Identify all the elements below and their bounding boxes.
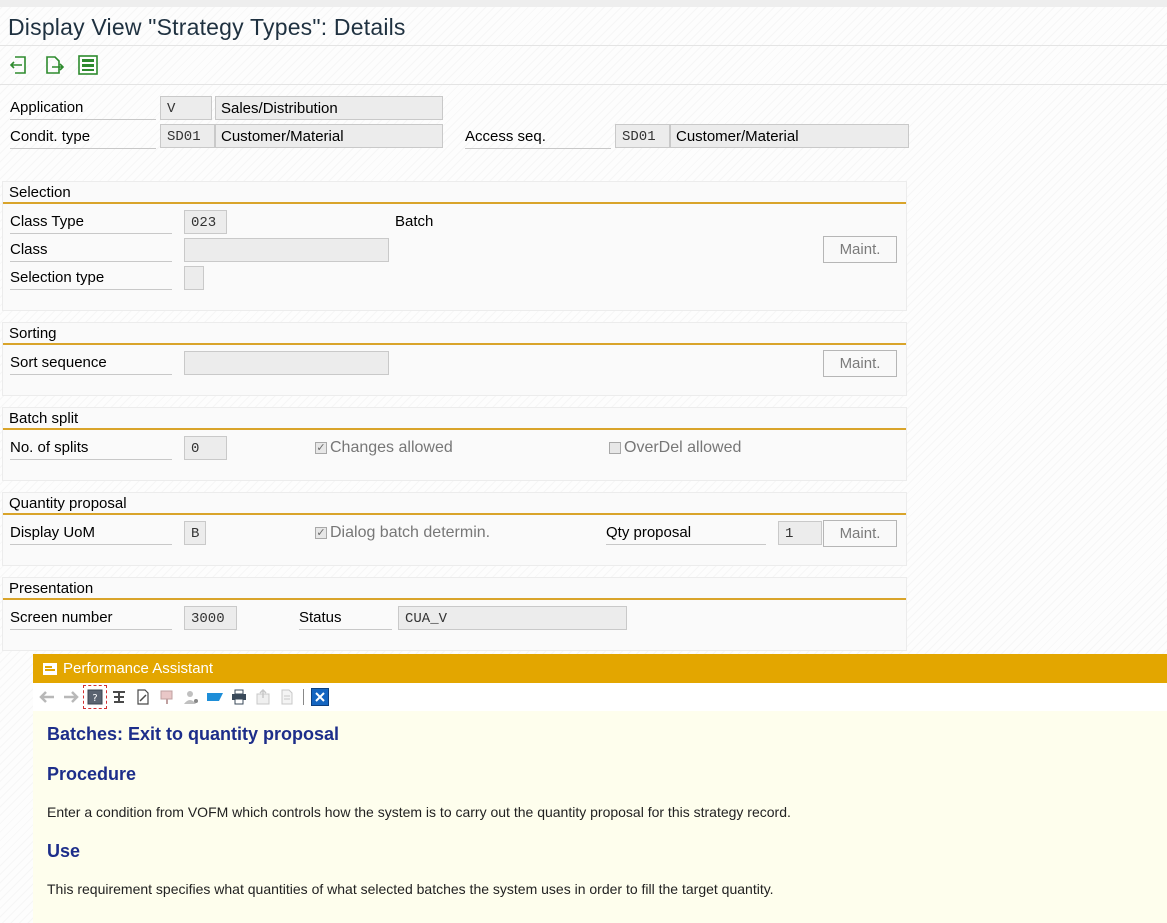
user-settings-icon[interactable] [181, 687, 201, 707]
qty-proposal-field[interactable]: 1 [778, 521, 822, 545]
forward-arrow-icon[interactable] [61, 687, 81, 707]
selection-type-field[interactable] [184, 266, 204, 290]
status-field[interactable]: CUA_V [398, 606, 627, 630]
changes-allowed-checkbox[interactable]: ✓ Changes allowed [315, 437, 453, 459]
condit-type-desc-field: Customer/Material [215, 124, 443, 148]
highlighter-icon[interactable] [157, 687, 177, 707]
procedure-text: Enter a condition from VOFM which contro… [47, 804, 791, 820]
selection-type-label: Selection type [10, 267, 172, 290]
help-heading: Batches: Exit to quantity proposal [47, 724, 340, 744]
application-toolbar [8, 52, 100, 78]
access-seq-code-field[interactable]: SD01 [615, 124, 670, 148]
title-divider [0, 45, 1167, 46]
class-label: Class [10, 239, 172, 262]
batch-split-group-title: Batch split [3, 408, 906, 430]
application-desc-field: Sales/Distribution [215, 96, 443, 120]
quantity-proposal-group-title: Quantity proposal [3, 493, 906, 515]
assistant-window-icon [43, 662, 57, 675]
class-field[interactable] [184, 238, 389, 262]
access-seq-label: Access seq. [465, 126, 611, 149]
no-of-splits-field[interactable]: 0 [184, 436, 227, 460]
performance-assistant-titlebar[interactable]: Performance Assistant [33, 654, 1167, 683]
procedure-heading: Procedure [47, 764, 137, 784]
document-icon[interactable] [277, 687, 297, 707]
page-title: Display View "Strategy Types": Details [8, 14, 406, 40]
sorting-group-title: Sorting [3, 323, 906, 345]
class-type-label: Class Type [10, 211, 172, 234]
application-label: Application [10, 97, 156, 120]
close-icon[interactable] [310, 687, 330, 707]
technical-help-icon[interactable]: ? [83, 685, 107, 709]
unchecked-box-icon [609, 442, 621, 454]
svg-text:?: ? [92, 693, 97, 704]
class-type-field[interactable]: 023 [184, 210, 227, 234]
select-icon[interactable] [76, 53, 100, 77]
class-type-desc: Batch [395, 213, 434, 230]
check-icon: ✓ [315, 526, 327, 539]
check-icon: ✓ [315, 441, 327, 454]
sort-sequence-label: Sort sequence [10, 352, 172, 375]
screen-number-field[interactable]: 3000 [184, 606, 237, 630]
performance-assistant-toolbar: ? [33, 683, 1167, 711]
display-uom-field[interactable]: B [184, 521, 206, 545]
use-heading: Use [47, 841, 81, 861]
overdel-allowed-label: OverDel allowed [624, 439, 742, 456]
overdel-allowed-checkbox[interactable]: OverDel allowed [609, 437, 741, 459]
application-code-field[interactable]: V [160, 96, 212, 120]
export-icon[interactable] [253, 687, 273, 707]
changes-allowed-label: Changes allowed [330, 439, 453, 456]
use-text: This requirement specifies what quantiti… [47, 881, 774, 897]
status-label: Status [299, 607, 392, 630]
sort-sequence-field[interactable] [184, 351, 389, 375]
toolbar-divider [0, 84, 1167, 85]
screen-number-label: Screen number [10, 607, 172, 630]
sorting-maint-button[interactable]: Maint. [823, 350, 897, 377]
selection-group-title: Selection [3, 182, 906, 204]
bookmark-icon[interactable] [205, 687, 225, 707]
access-seq-desc-field: Customer/Material [670, 124, 909, 148]
document-edit-icon[interactable] [133, 687, 153, 707]
toolbar-separator [303, 689, 304, 705]
quantity-proposal-maint-button[interactable]: Maint. [823, 520, 897, 547]
performance-assistant-title: Performance Assistant [63, 660, 214, 677]
structure-icon[interactable] [109, 687, 129, 707]
no-of-splits-label: No. of splits [10, 437, 172, 460]
condit-type-code-field[interactable]: SD01 [160, 124, 215, 148]
dialog-batch-label: Dialog batch determin. [330, 524, 491, 541]
display-uom-label: Display UoM [10, 522, 172, 545]
window-top-strip [0, 0, 1167, 7]
selection-maint-button[interactable]: Maint. [823, 236, 897, 263]
dialog-batch-checkbox[interactable]: ✓ Dialog batch determin. [315, 522, 490, 544]
next-entry-icon[interactable] [42, 53, 66, 77]
qty-proposal-label: Qty proposal [606, 522, 766, 545]
presentation-group-title: Presentation [3, 578, 906, 600]
back-arrow-icon[interactable] [37, 687, 57, 707]
condit-type-label: Condit. type [10, 126, 156, 149]
previous-entry-icon[interactable] [8, 53, 32, 77]
print-icon[interactable] [229, 687, 249, 707]
